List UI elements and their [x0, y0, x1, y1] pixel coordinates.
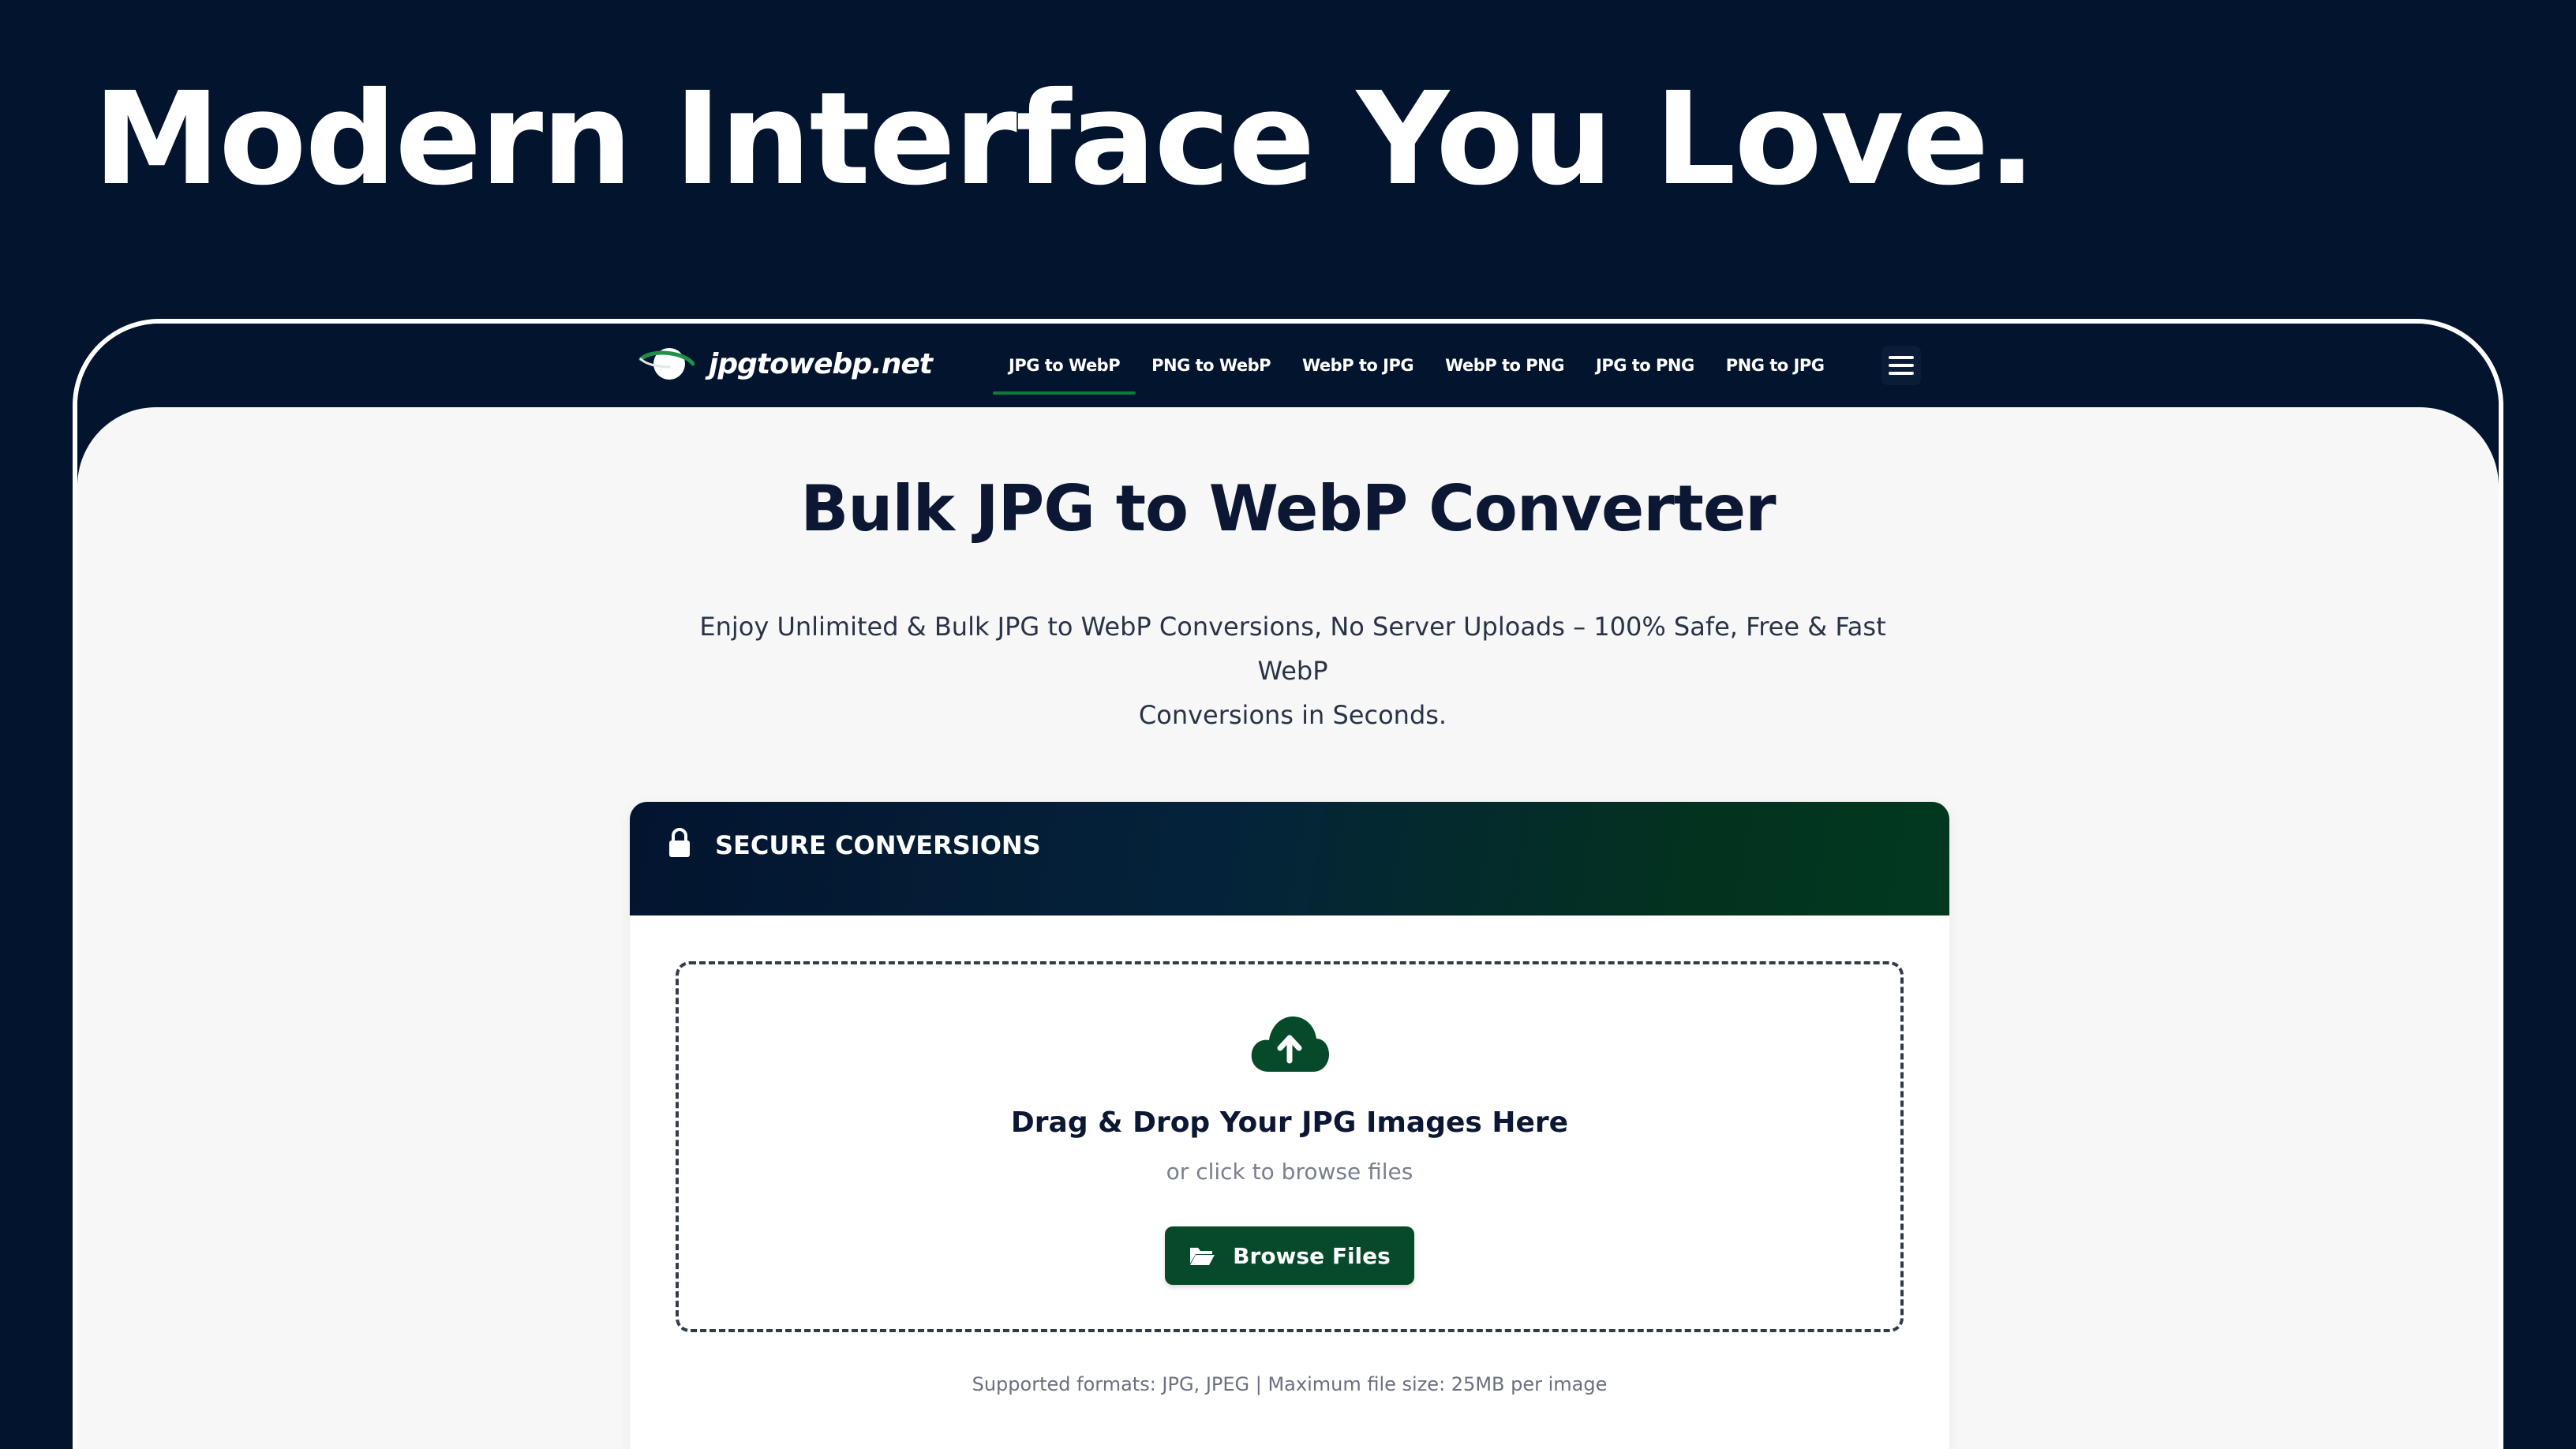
browse-files-button[interactable]: Browse Files: [1165, 1226, 1414, 1285]
folder-open-icon: [1190, 1248, 1215, 1265]
supported-formats-note: Supported formats: JPG, JPEG | Maximum f…: [972, 1373, 1608, 1395]
hero-title: Modern Interface You Love.: [93, 66, 2036, 214]
nav-link-jpg-to-webp[interactable]: JPG to WebP: [993, 324, 1136, 407]
nav-link-jpg-to-png[interactable]: JPG to PNG: [1580, 324, 1710, 407]
dropzone-title: Drag & Drop Your JPG Images Here: [1010, 1106, 1569, 1139]
navbar: jpgtowebp.net JPG to WebP PNG to WebP We…: [77, 324, 2499, 407]
page-title: Bulk JPG to WebP Converter: [800, 472, 1776, 545]
converter-card: SECURE CONVERSIONS Drag & Drop Your JPG …: [630, 802, 1949, 1449]
card-header: SECURE CONVERSIONS: [630, 802, 1949, 915]
site-logo[interactable]: jpgtowebp.net: [638, 338, 933, 390]
nav-link-png-to-jpg[interactable]: PNG to JPG: [1710, 324, 1840, 407]
dropzone-subtitle: or click to browse files: [1166, 1159, 1413, 1185]
file-dropzone[interactable]: Drag & Drop Your JPG Images Here or clic…: [676, 961, 1904, 1332]
subtitle-line-2: Conversions in Seconds.: [1138, 700, 1447, 730]
main-nav: JPG to WebP PNG to WebP WebP to JPG WebP…: [993, 324, 1840, 407]
browse-files-label: Browse Files: [1233, 1242, 1391, 1269]
planet-logo-icon: [638, 348, 695, 380]
nav-link-webp-to-png[interactable]: WebP to PNG: [1429, 324, 1580, 407]
card-header-title: SECURE CONVERSIONS: [715, 830, 1041, 860]
cloud-upload-icon: [1251, 1017, 1329, 1072]
nav-link-png-to-webp[interactable]: PNG to WebP: [1136, 324, 1286, 407]
subtitle-line-1: Enjoy Unlimited & Bulk JPG to WebP Conve…: [699, 612, 1886, 686]
menu-button[interactable]: [1881, 346, 1921, 385]
browser-frame: jpgtowebp.net JPG to WebP PNG to WebP We…: [73, 319, 2503, 1449]
lock-icon: [669, 828, 690, 857]
logo-text: jpgtowebp.net: [709, 347, 933, 380]
page-subtitle: Enjoy Unlimited & Bulk JPG to WebP Conve…: [685, 605, 1900, 737]
nav-link-webp-to-jpg[interactable]: WebP to JPG: [1286, 324, 1429, 407]
main-content: Bulk JPG to WebP Converter Enjoy Unlimit…: [77, 407, 2499, 1449]
hamburger-menu-icon: [1889, 356, 1914, 375]
